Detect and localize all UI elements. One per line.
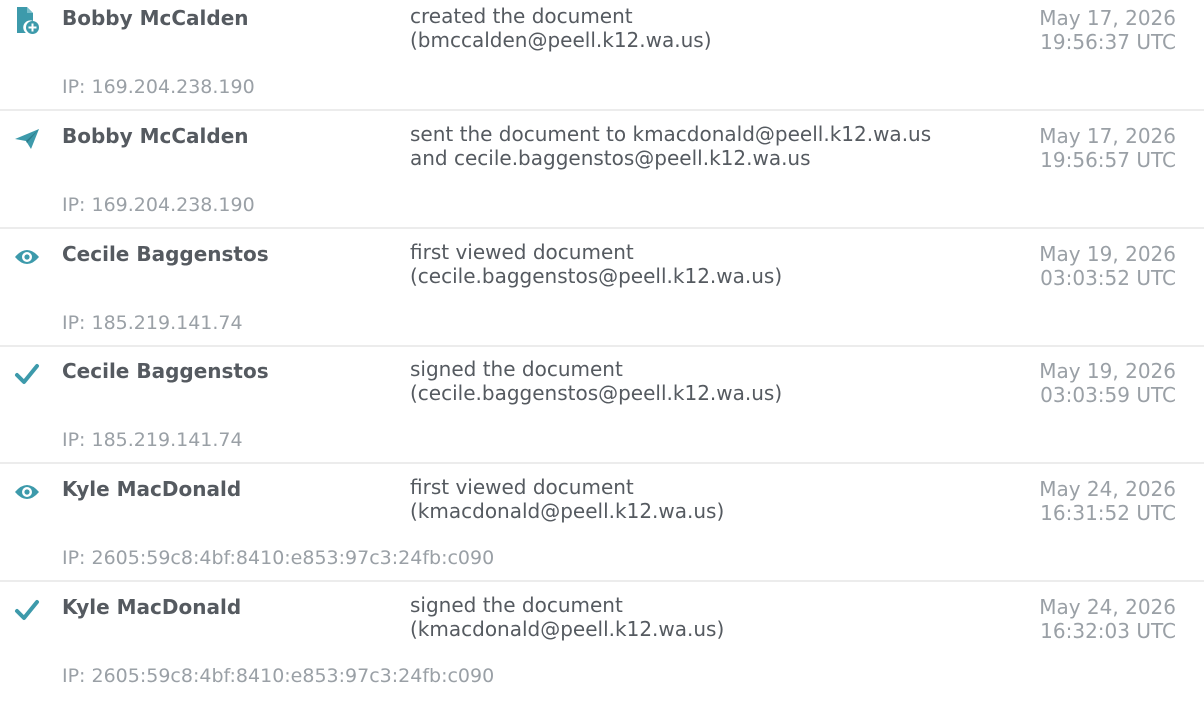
event-date: May 19, 2026 [1039,242,1176,266]
event-date: May 17, 2026 [1039,6,1176,30]
document-add-icon [10,4,44,38]
event-action-line: (cecile.baggenstos@peell.k12.wa.us) [410,381,783,405]
event-action-line: (bmccalden@peell.k12.wa.us) [410,28,712,52]
event-time: 03:03:59 UTC [1040,383,1176,407]
ip-address: IP: 185.219.141.74 [62,312,243,334]
event-action-line: sent the document to kmacdonald@peell.k1… [410,122,932,146]
signer-name: Kyle MacDonald [62,595,242,619]
signer-name: Cecile Baggenstos [62,242,269,266]
event-action-line: signed the document [410,593,623,617]
ip-address: IP: 169.204.238.190 [62,194,255,216]
event-action-line: first viewed document [410,240,634,264]
event-action-line: and cecile.baggenstos@peell.k12.wa.us [410,146,811,170]
event-description: signed the document (kmacdonald@peell.k1… [410,593,724,641]
event-timestamp: May 17, 2026 19:56:37 UTC [1039,6,1176,54]
event-description: created the document (bmccalden@peell.k1… [410,4,712,52]
checkmark-icon [10,357,44,391]
eye-icon [10,240,44,274]
event-time: 16:31:52 UTC [1040,501,1176,525]
event-description: first viewed document (cecile.baggenstos… [410,240,782,288]
event-date: May 19, 2026 [1039,359,1176,383]
event-time: 16:32:03 UTC [1040,619,1176,643]
audit-entry: Kyle MacDonald signed the document (kmac… [0,589,1204,706]
event-time: 19:56:57 UTC [1040,148,1176,172]
audit-entry: Cecile Baggenstos signed the document (c… [0,353,1204,470]
divider [0,345,1204,347]
event-action-line: (cecile.baggenstos@peell.k12.wa.us) [410,264,783,288]
event-timestamp: May 24, 2026 16:32:03 UTC [1039,595,1176,643]
ip-address: IP: 2605:59c8:4bf:8410:e853:97c3:24fb:c0… [62,665,495,687]
ip-address: IP: 2605:59c8:4bf:8410:e853:97c3:24fb:c0… [62,547,495,569]
audit-entry: Bobby McCalden created the document (bmc… [0,0,1204,117]
ip-address: IP: 185.219.141.74 [62,429,243,451]
event-action-line: created the document [410,4,633,28]
send-icon [10,122,44,156]
event-timestamp: May 19, 2026 03:03:59 UTC [1039,359,1176,407]
divider [0,227,1204,229]
event-time: 19:56:37 UTC [1040,30,1176,54]
event-description: signed the document (cecile.baggenstos@p… [410,357,782,405]
signer-name: Bobby McCalden [62,6,249,30]
divider [0,580,1204,582]
event-date: May 24, 2026 [1039,477,1176,501]
event-action-line: signed the document [410,357,623,381]
event-description: sent the document to kmacdonald@peell.k1… [410,122,931,170]
event-time: 03:03:52 UTC [1040,266,1176,290]
event-date: May 24, 2026 [1039,595,1176,619]
event-timestamp: May 24, 2026 16:31:52 UTC [1039,477,1176,525]
event-description: first viewed document (kmacdonald@peell.… [410,475,724,523]
divider [0,462,1204,464]
event-action-line: (kmacdonald@peell.k12.wa.us) [410,499,725,523]
signer-name: Bobby McCalden [62,124,249,148]
divider [0,109,1204,111]
audit-entry: Kyle MacDonald first viewed document (km… [0,471,1204,588]
signer-name: Kyle MacDonald [62,477,242,501]
ip-address: IP: 169.204.238.190 [62,76,255,98]
audit-entry: Cecile Baggenstos first viewed document … [0,236,1204,353]
event-action-line: (kmacdonald@peell.k12.wa.us) [410,617,725,641]
event-timestamp: May 17, 2026 19:56:57 UTC [1039,124,1176,172]
event-date: May 17, 2026 [1039,124,1176,148]
checkmark-icon [10,593,44,627]
audit-entry: Bobby McCalden sent the document to kmac… [0,118,1204,235]
event-action-line: first viewed document [410,475,634,499]
eye-icon [10,475,44,509]
event-timestamp: May 19, 2026 03:03:52 UTC [1039,242,1176,290]
signer-name: Cecile Baggenstos [62,359,269,383]
